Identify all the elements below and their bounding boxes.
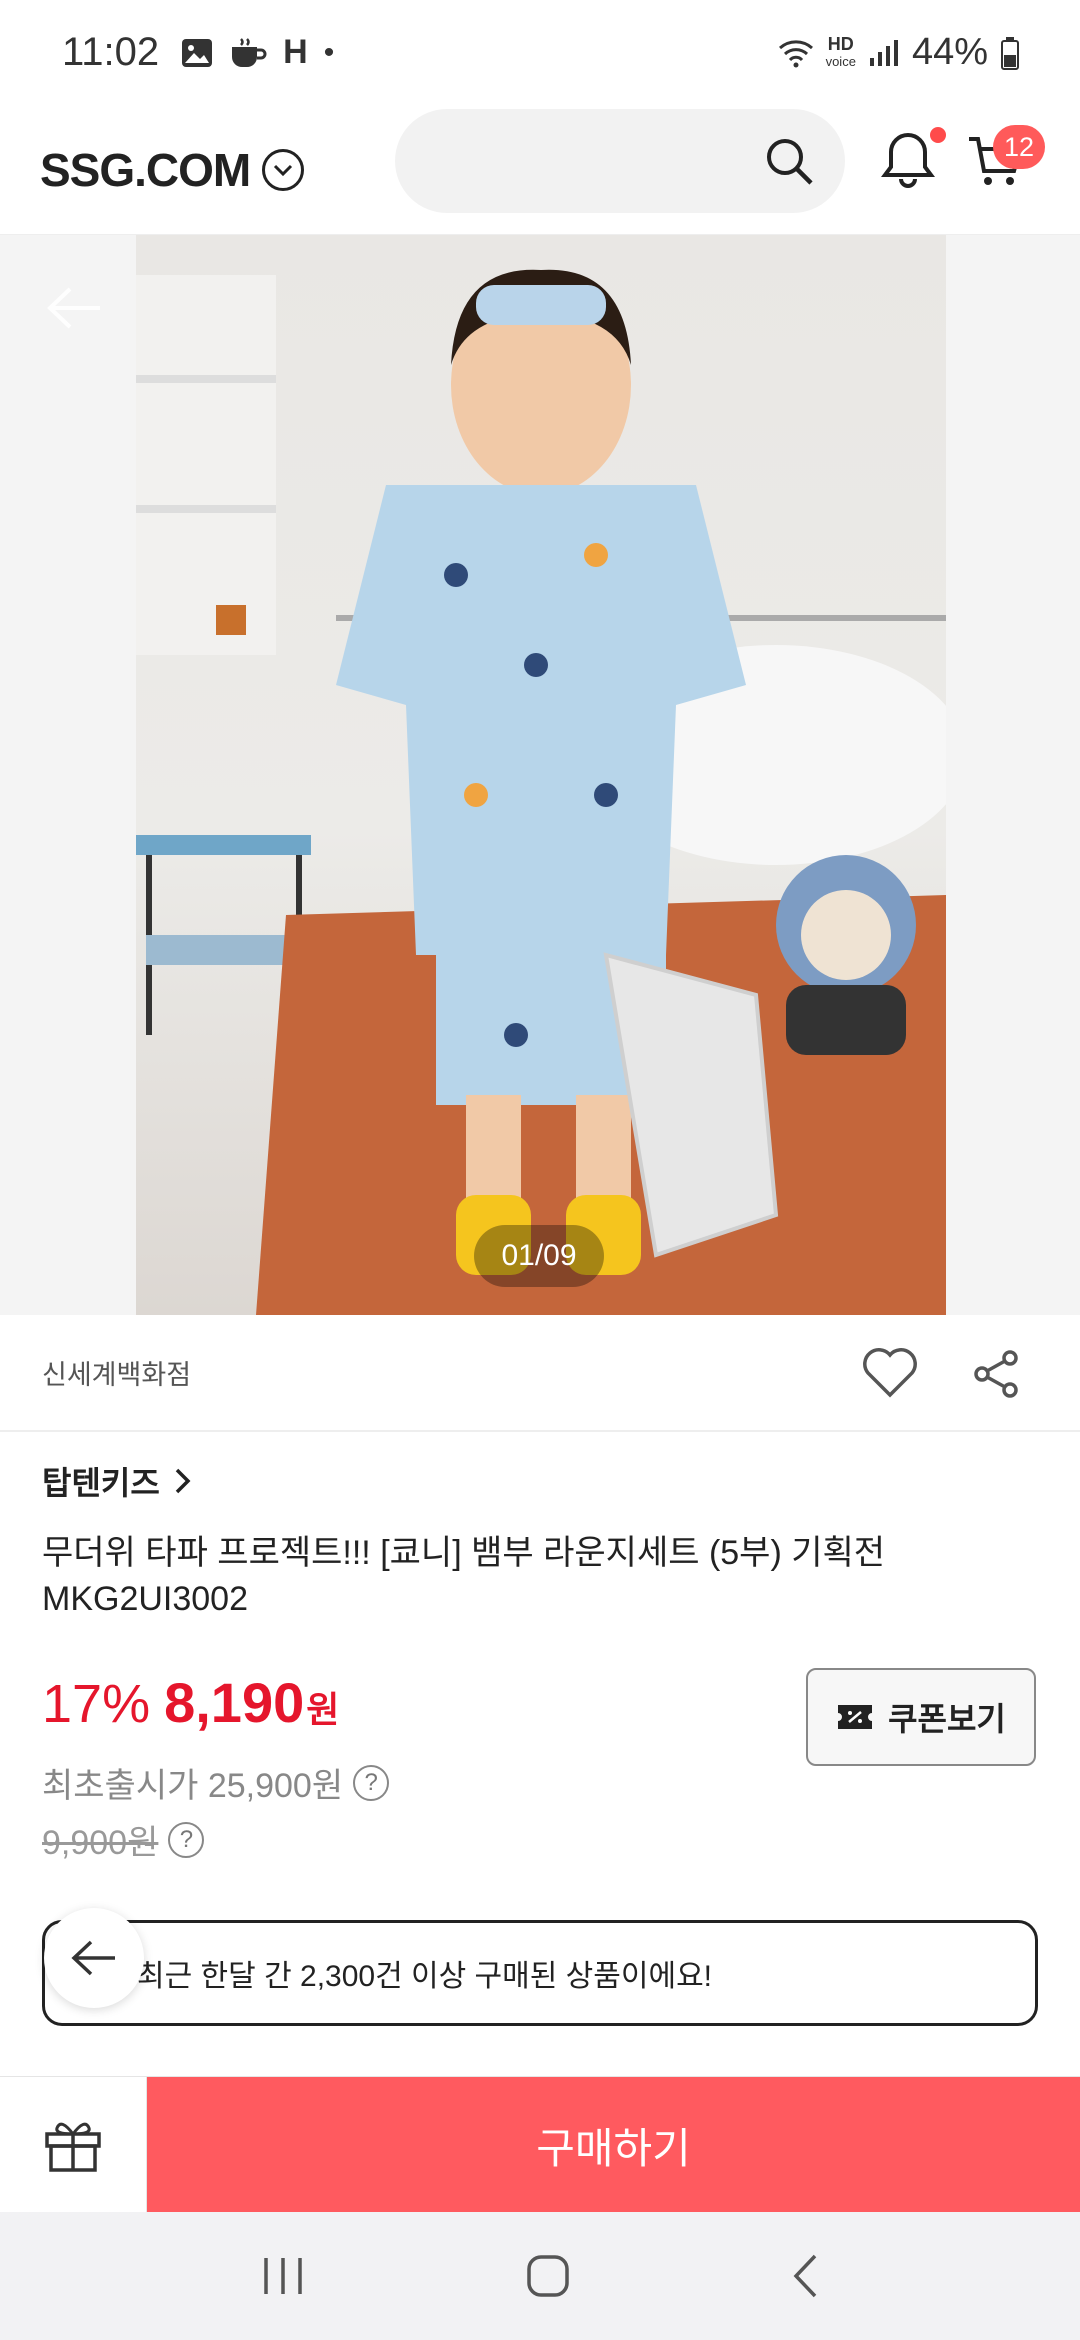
- coupon-icon: [838, 1705, 873, 1729]
- brand-link[interactable]: 탑텐키즈: [42, 1458, 192, 1504]
- gift-icon: [45, 2122, 101, 2172]
- gallery-icon: [182, 38, 213, 67]
- store-row: 신세계백화점: [0, 1315, 1080, 1432]
- chevron-down-icon[interactable]: [262, 148, 305, 191]
- status-time: 11:02: [62, 30, 160, 74]
- help-icon[interactable]: ?: [353, 1764, 390, 1801]
- back-arrow-icon: [71, 1940, 115, 1976]
- back-icon[interactable]: [790, 2253, 820, 2299]
- purchase-notice: 최근 한달 간 2,300건 이상 구매된 상품이에요!: [42, 1920, 1038, 2026]
- price-row: 17% 8,190 원: [42, 1670, 339, 1735]
- bell-icon[interactable]: [880, 129, 936, 189]
- first-price-text: 최초출시가 25,900원: [42, 1767, 344, 1805]
- image-counter: 01/09: [474, 1225, 604, 1287]
- coupon-label: 쿠폰보기: [888, 1701, 1006, 1737]
- back-arrow-icon[interactable]: [44, 283, 104, 333]
- hd-label: HD: [827, 33, 854, 54]
- search-icon[interactable]: [763, 135, 815, 187]
- original-price: 9,900원 ?: [42, 1815, 205, 1864]
- recent-apps-icon[interactable]: [260, 2256, 306, 2296]
- heart-icon[interactable]: [862, 1347, 918, 1399]
- dot-icon: •: [323, 35, 335, 69]
- buy-button[interactable]: 구매하기: [147, 2077, 1080, 2213]
- hd-voice-indicator: HD voice: [826, 35, 856, 71]
- battery-percent: 44%: [911, 31, 988, 73]
- system-nav-bar: [0, 2212, 1080, 2340]
- share-icon[interactable]: [972, 1349, 1020, 1399]
- brand-name: 탑텐키즈: [42, 1465, 160, 1501]
- gift-button[interactable]: [0, 2077, 147, 2213]
- notification-icons: H •: [181, 33, 334, 72]
- battery-icon: [1001, 36, 1019, 70]
- original-price-text: 9,900원: [42, 1824, 159, 1862]
- app-header: SSG.COM 12: [0, 105, 1080, 235]
- coffee-icon: [232, 37, 267, 67]
- coupon-button[interactable]: 쿠폰보기: [806, 1668, 1036, 1766]
- bottom-action-bar: 구매하기: [0, 2076, 1080, 2213]
- first-release-price: 최초출시가 25,900원 ?: [42, 1758, 390, 1807]
- product-photo[interactable]: [136, 235, 946, 1315]
- ssg-logo[interactable]: SSG.COM: [40, 143, 251, 197]
- search-input[interactable]: [395, 109, 845, 213]
- product-image-gallery[interactable]: 01/09: [0, 235, 1080, 1315]
- help-icon[interactable]: ?: [168, 1821, 205, 1858]
- status-bar: 11:02 H • HD voice 44%: [0, 0, 1080, 105]
- system-status: HD voice 44%: [778, 31, 1020, 74]
- sale-price: 8,190: [164, 1671, 305, 1734]
- cart-count-badge: 12: [993, 125, 1045, 169]
- discount-rate: 17%: [42, 1674, 151, 1734]
- notification-dot: [930, 127, 946, 143]
- floating-back-button[interactable]: [44, 1908, 144, 2008]
- notice-text: 최근 한달 간 2,300건 이상 구매된 상품이에요!: [137, 1960, 713, 1993]
- wifi-icon: [778, 39, 813, 67]
- currency-unit: 원: [306, 1689, 340, 1730]
- voice-label: voice: [825, 53, 856, 69]
- chevron-right-icon: [175, 1468, 191, 1494]
- product-photo-illustration: [136, 269, 946, 1315]
- h-icon: H: [283, 33, 308, 71]
- signal-icon: [869, 39, 898, 66]
- product-title: 무더위 타파 프로젝트!!! [쿄니] 뱀부 라운지세트 (5부) 기획전 MK…: [42, 1534, 886, 1618]
- store-name[interactable]: 신세계백화점: [42, 1353, 191, 1392]
- home-icon[interactable]: [526, 2254, 570, 2298]
